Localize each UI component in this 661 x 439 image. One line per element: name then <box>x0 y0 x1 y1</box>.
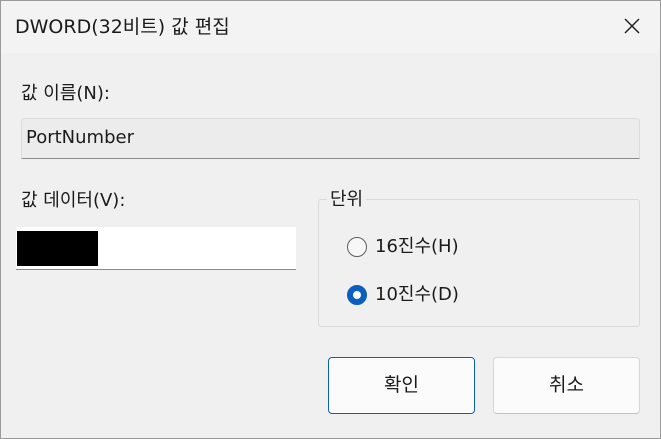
radio-decimal[interactable]: 10진수(D) <box>347 283 567 309</box>
radio-decimal-label: 10진수(D) <box>375 284 459 305</box>
value-data-field[interactable] <box>16 227 296 270</box>
close-button[interactable] <box>602 1 660 53</box>
edit-dword-dialog: DWORD(32비트) 값 편집 값 이름(N): PortNumber 값 데… <box>0 0 661 439</box>
radio-selected-icon <box>347 285 367 305</box>
redacted-value <box>17 231 98 266</box>
value-name-field[interactable]: PortNumber <box>21 118 640 159</box>
ok-button[interactable]: 확인 <box>328 357 475 414</box>
radio-hexadecimal[interactable]: 16진수(H) <box>347 235 567 261</box>
close-icon <box>624 18 640 34</box>
radio-hexadecimal-label: 16진수(H) <box>375 236 459 257</box>
base-group-legend: 단위 <box>327 188 367 212</box>
title-bar: DWORD(32비트) 값 편집 <box>1 1 660 53</box>
value-data-label: 값 데이터(V): <box>21 190 126 211</box>
dialog-title: DWORD(32비트) 값 편집 <box>15 16 230 38</box>
value-name-text: PortNumber <box>26 127 134 148</box>
radio-unselected-icon <box>347 237 367 257</box>
cancel-button[interactable]: 취소 <box>493 357 640 414</box>
value-name-label: 값 이름(N): <box>21 83 110 104</box>
